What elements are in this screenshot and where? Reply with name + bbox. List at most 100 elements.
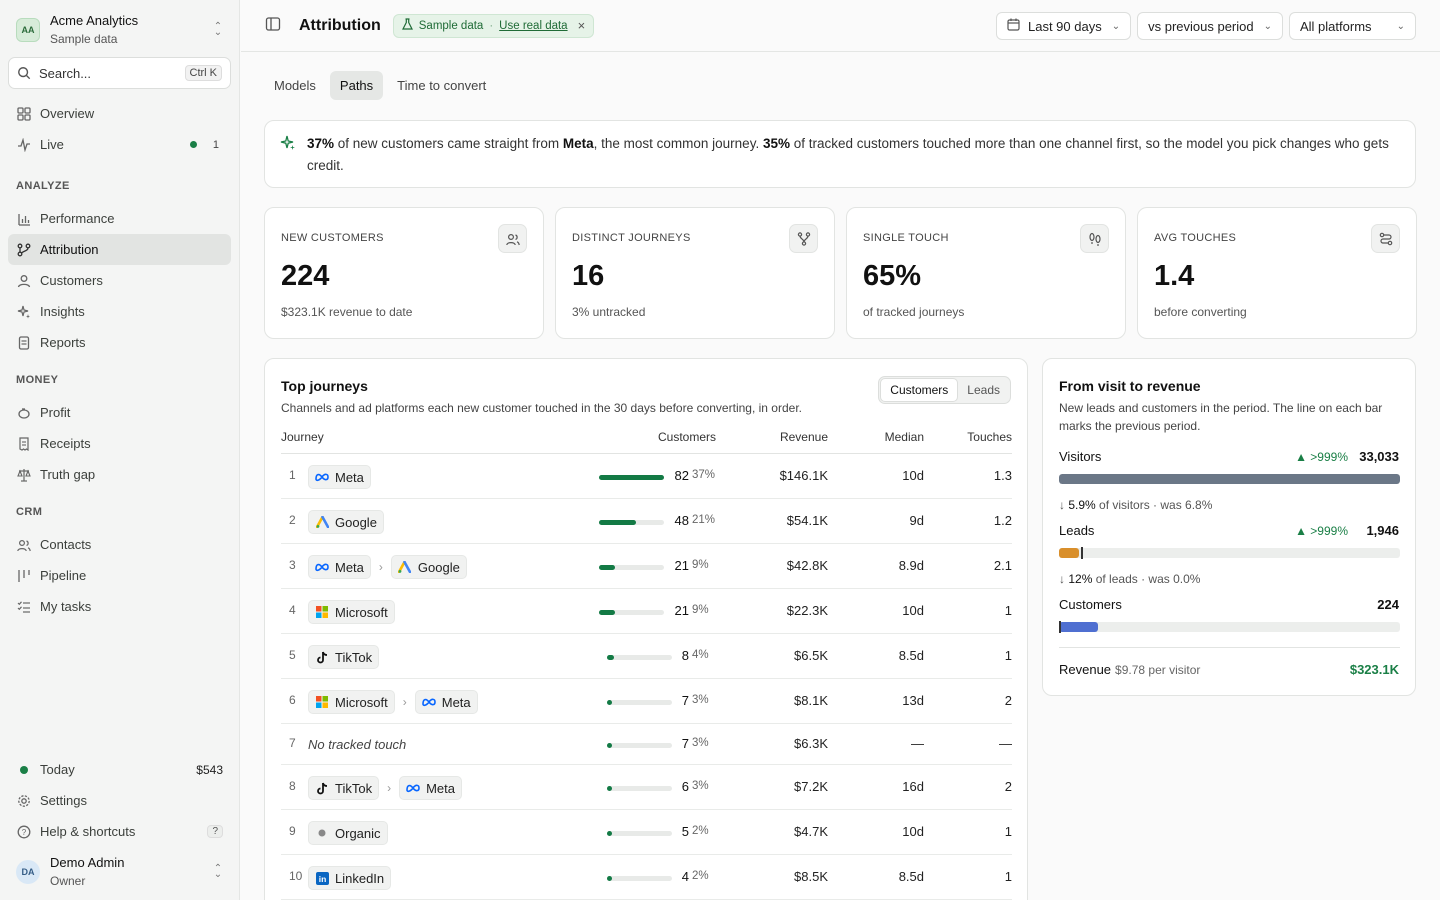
sidebar-toggle-icon[interactable]	[265, 16, 281, 35]
nav-today[interactable]: Today $543	[8, 754, 231, 785]
customer-share: 2%	[692, 825, 709, 837]
meta-icon	[406, 781, 420, 795]
touch-count: —	[999, 736, 1012, 751]
col-journey[interactable]: Journey	[281, 430, 324, 444]
col-revenue[interactable]: Revenue	[780, 430, 828, 444]
nav-label: Settings	[40, 793, 87, 808]
nav-customers[interactable]: Customers	[8, 265, 231, 296]
col-customers[interactable]: Customers	[658, 430, 716, 444]
table-row[interactable]: 8 TikTok › Meta 6 3% $7.2K 16d 2	[281, 765, 1012, 810]
channel-label: Organic	[335, 825, 381, 841]
kpi-label: NEW CUSTOMERS	[281, 232, 384, 244]
live-indicator	[189, 141, 197, 148]
nav-help[interactable]: ? Help & shortcuts ?	[8, 816, 231, 847]
nav-label: Pipeline	[40, 568, 87, 583]
nav-live[interactable]: Live 1	[8, 129, 231, 160]
touch-count: 1.3	[993, 468, 1012, 483]
nav-insights[interactable]: Insights	[8, 296, 231, 327]
close-icon[interactable]: ×	[578, 18, 586, 33]
nav-receipts[interactable]: Receipts	[8, 428, 231, 459]
org-switcher[interactable]: AA Acme Analytics Sample data ⌃ ⌄	[8, 8, 232, 52]
kpi-card: AVG TOUCHES 1.4 before converting	[1137, 207, 1417, 339]
channel-chip: Organic	[308, 821, 388, 845]
use-real-data-link[interactable]: Use real data	[499, 20, 567, 32]
user-menu[interactable]: DA Demo Admin Owner ⌃ ⌄	[8, 850, 232, 894]
customer-count: 48	[674, 513, 689, 528]
share-bar	[607, 743, 672, 748]
compare-select[interactable]: vs previous period ⌄	[1137, 12, 1283, 40]
customer-share: 9%	[692, 559, 709, 571]
nav-overview[interactable]: Overview	[8, 98, 231, 129]
channel-label: Google	[417, 559, 460, 575]
funnel-bar-fill	[1059, 548, 1079, 558]
nav-attribution[interactable]: Attribution	[8, 234, 231, 265]
search-input[interactable]: Search... Ctrl K	[8, 57, 231, 89]
table-row[interactable]: 2 Google 48 21% $54.1K 9d 1.2	[281, 499, 1012, 544]
nav-my-tasks[interactable]: My tasks	[8, 591, 231, 622]
previous-period-marker	[1081, 547, 1083, 559]
toggle-customers[interactable]: Customers	[880, 378, 959, 402]
customer-share: 37%	[692, 469, 716, 481]
table-row[interactable]: 5 TikTok 8 4% $6.5K 8.5d 1	[281, 634, 1012, 679]
nav-performance[interactable]: Performance	[8, 203, 231, 234]
table-row[interactable]: 6 Microsoft › Meta 7 3% $8.1K 13d 2	[281, 679, 1012, 724]
nav-profit[interactable]: Profit	[8, 397, 231, 428]
journey-path: No tracked touch	[308, 733, 406, 757]
customer-share: 4%	[692, 649, 709, 661]
sparkle-icon	[280, 135, 296, 158]
org-subtitle: Sample data	[50, 32, 118, 46]
tab-time-to-convert[interactable]: Time to convert	[387, 71, 496, 100]
platform-select[interactable]: All platforms ⌄	[1289, 12, 1416, 40]
nav-reports[interactable]: Reports	[8, 327, 231, 358]
nav-label: Profit	[40, 405, 71, 420]
nav-settings[interactable]: Settings	[8, 785, 231, 816]
nav-label: Performance	[40, 211, 115, 226]
arrow-down-icon: ↓	[1059, 498, 1069, 512]
table-row[interactable]: 7 No tracked touch 7 3% $6.3K — —	[281, 724, 1012, 765]
nav-contacts[interactable]: Contacts	[8, 529, 231, 560]
table-row[interactable]: 1 Meta 82 37% $146.1K 10d 1.3	[281, 454, 1012, 499]
table-row[interactable]: 10 in LinkedIn 4 2% $8.5K 8.5d 1	[281, 855, 1012, 900]
users-icon	[16, 537, 32, 553]
avatar: DA	[16, 860, 40, 884]
nav-label: Truth gap	[40, 467, 96, 482]
top-journeys-panel: Top journeys Channels and ad platforms e…	[264, 358, 1028, 900]
table-row[interactable]: 3 Meta › Google 21 9% $42.8K 8.9d 2.1	[281, 544, 1012, 589]
median-days: —	[911, 736, 924, 751]
user-name: Demo Admin	[50, 855, 125, 870]
kpi-label: AVG TOUCHES	[1154, 232, 1237, 244]
share-bar-fill	[607, 876, 612, 881]
median-days: 8.5d	[898, 869, 924, 884]
help-shortcut: ?	[207, 825, 223, 838]
delta-badge: ▲ >999%	[1295, 524, 1348, 538]
separator: ·	[489, 19, 494, 32]
nav-label: Overview	[40, 106, 95, 121]
nav-label: Live	[40, 137, 64, 152]
toggle-leads[interactable]: Leads	[958, 378, 1009, 402]
tab-models[interactable]: Models	[264, 71, 326, 100]
search-icon	[18, 67, 31, 80]
nav-truth-gap[interactable]: Truth gap	[8, 459, 231, 490]
flask-icon	[401, 18, 413, 33]
journey-path: Google	[308, 510, 384, 534]
delta-value: >999%	[1310, 524, 1348, 538]
nav-pipeline[interactable]: Pipeline	[8, 560, 231, 591]
col-touches[interactable]: Touches	[967, 430, 1012, 444]
table-row[interactable]: 4 Microsoft 21 9% $22.3K 10d 1	[281, 589, 1012, 634]
touch-count: 1	[1004, 603, 1012, 618]
median-days: 10d	[902, 603, 924, 618]
date-range-select[interactable]: Last 90 days ⌄	[996, 12, 1132, 40]
share-bar	[607, 655, 672, 660]
share-bar-fill	[607, 700, 612, 705]
kpi-value: 224	[281, 260, 330, 292]
conversion-note: ↓ 5.9% of visitors · was 6.8%	[1059, 498, 1212, 512]
pulse-icon	[16, 137, 32, 153]
channel-chip: TikTok	[308, 776, 380, 800]
col-median[interactable]: Median	[885, 430, 924, 444]
tab-paths[interactable]: Paths	[329, 71, 384, 100]
nav-top: Overview Live 1	[8, 98, 231, 160]
revenue: $42.8K	[786, 558, 828, 573]
chevron-down-icon: ⌄	[1396, 20, 1405, 32]
table-row[interactable]: 9 Organic 5 2% $4.7K 10d 1	[281, 810, 1012, 855]
revenue: $22.3K	[786, 603, 828, 618]
